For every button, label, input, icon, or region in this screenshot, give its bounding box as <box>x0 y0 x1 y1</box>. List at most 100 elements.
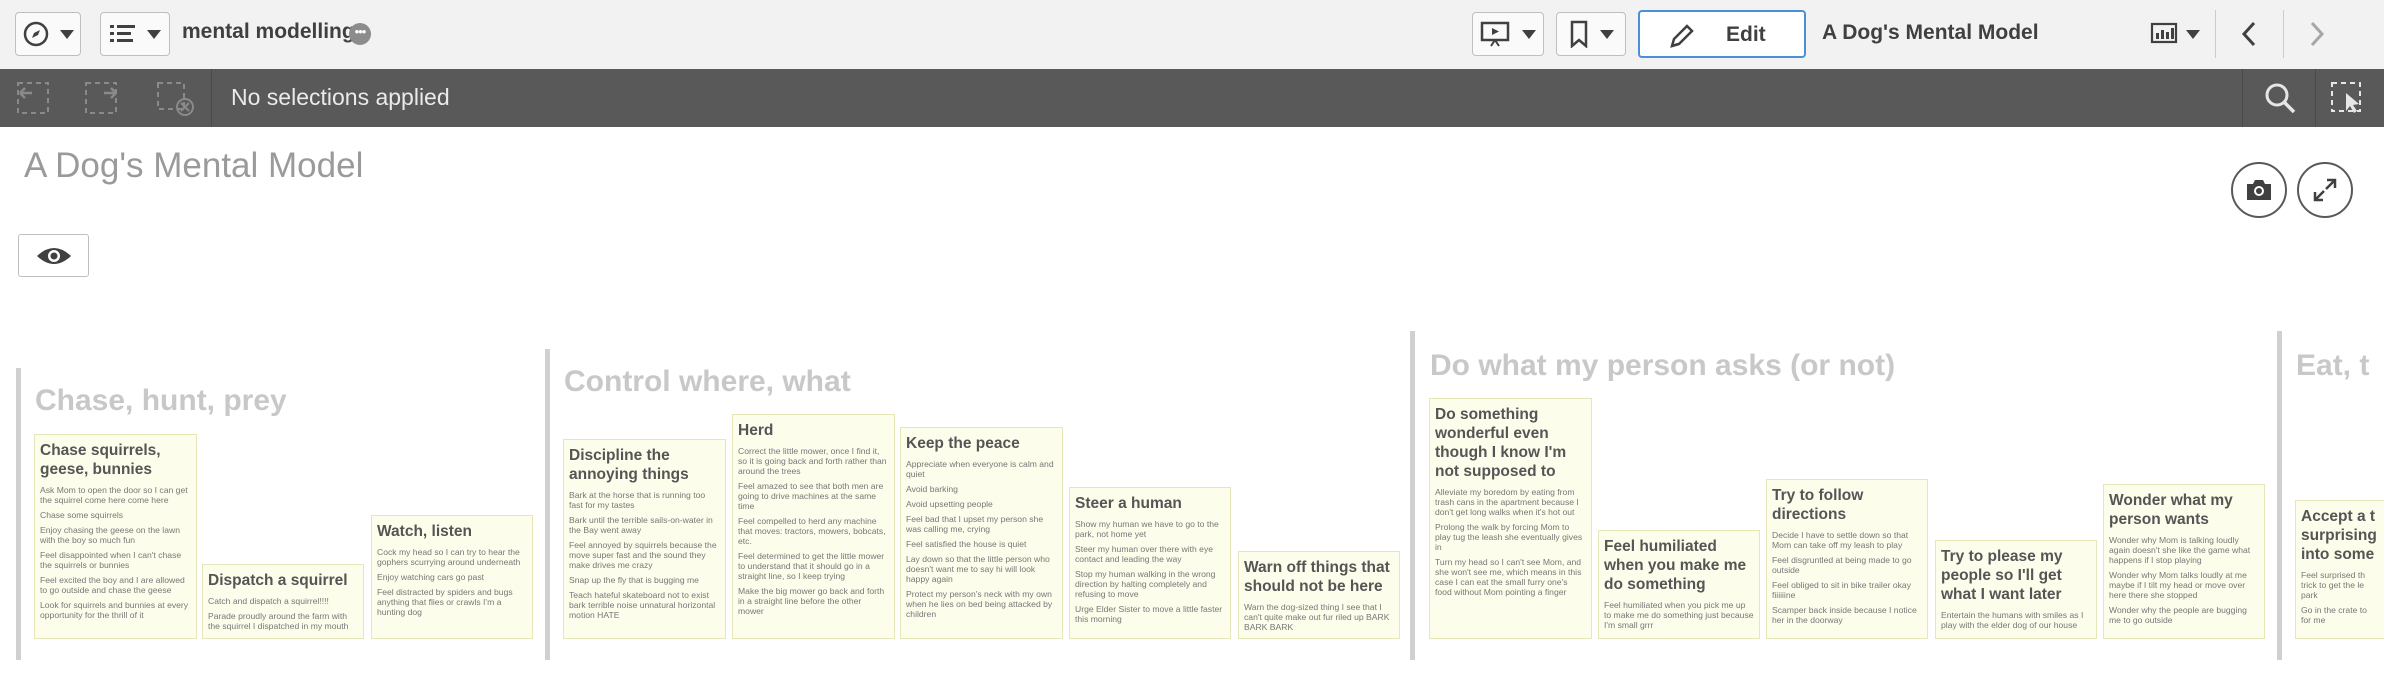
task-note: Avoid barking <box>906 484 958 494</box>
next-sheet-button[interactable] <box>2283 10 2350 58</box>
task-note: Decide I have to settle down so that Mom… <box>1772 530 1909 550</box>
present-button[interactable] <box>1472 12 1544 56</box>
task-note: Cock my head so I can try to hear the go… <box>377 547 521 567</box>
tower-title: Do something wonderful even though I kno… <box>1435 406 1567 480</box>
step-forward-icon[interactable] <box>82 79 124 117</box>
task-note: Feel amazed to see that both men are goi… <box>738 481 884 511</box>
chevron-down-icon <box>1522 29 1536 39</box>
task-note: Wonder why Mom talks loudly at me maybe … <box>2109 570 2247 600</box>
clear-selections-icon[interactable] <box>154 79 196 117</box>
page-title: A Dog's Mental Model <box>24 146 364 185</box>
task-note: Snap up the fly that is bugging me <box>569 575 699 585</box>
step-back-icon[interactable] <box>14 79 56 117</box>
task-note: Correct the little mower, once I find it… <box>738 446 887 476</box>
tower-card[interactable]: Watch, listen Cock my head so I can try … <box>371 515 533 639</box>
app-name: mental modelling <box>182 20 355 43</box>
pencil-icon <box>1670 24 1694 48</box>
eye-icon <box>36 247 71 264</box>
tower-title: Herd <box>738 422 774 439</box>
task-note: Ask Mom to open the door so I can get th… <box>40 485 188 505</box>
tower-card[interactable]: Try to follow directions Decide I have t… <box>1766 479 1928 639</box>
tower-card[interactable]: Warn off things that should not be here … <box>1238 551 1400 639</box>
tower-card[interactable]: Wonder what my person wants Wonder why M… <box>2103 484 2265 639</box>
tower-card[interactable]: Do something wonderful even though I kno… <box>1429 398 1592 639</box>
chevron-down-icon <box>60 29 74 39</box>
selections-status: No selections applied <box>231 84 450 110</box>
selection-tool-icon[interactable] <box>2328 79 2370 117</box>
tower-card[interactable]: Keep the peace Appreciate when everyone … <box>900 427 1063 639</box>
tower-title: Try to follow directions <box>1772 487 1864 523</box>
tower-title: Warn off things that should not be here <box>1244 559 1390 595</box>
task-note: Feel disappointed when I can't chase the… <box>40 550 182 570</box>
navigation-menu-button[interactable] <box>15 12 81 56</box>
task-note: Bark until the terrible sails-on-water i… <box>569 515 713 535</box>
tower-card[interactable]: Chase squirrels, geese, bunnies Ask Mom … <box>34 434 197 639</box>
chevron-right-icon <box>2310 21 2325 47</box>
tower-title: Wonder what my person wants <box>2109 492 2233 528</box>
selections-divider <box>2242 69 2243 127</box>
tower-card[interactable]: Feel humiliated when you make me do some… <box>1598 530 1760 639</box>
task-note: Scamper back inside because I notice her… <box>1772 605 1917 625</box>
tower-card[interactable]: Dispatch a squirrel Catch and dispatch a… <box>202 564 364 639</box>
list-icon <box>110 25 135 42</box>
tower-card[interactable]: Accept a t surprising into some Feel sur… <box>2295 500 2384 639</box>
task-note: Feel obliged to sit in bike trailer okay… <box>1772 580 1912 600</box>
task-note: Protect my person's neck with my own whe… <box>906 589 1053 619</box>
task-note: Show my human we have to go to the park,… <box>1075 519 1219 539</box>
tower-title: Accept a t surprising into some <box>2301 508 2377 563</box>
bookmark-icon <box>1570 20 1588 48</box>
tower-card[interactable]: Discipline the annoying things Bark at t… <box>563 439 726 639</box>
task-note: Wonder why the people are bugging me to … <box>2109 605 2247 625</box>
bookmarks-button[interactable] <box>1556 12 1626 56</box>
chevron-down-icon <box>147 29 161 39</box>
task-note: Feel distracted by spiders and bugs anyt… <box>377 587 513 617</box>
camera-icon <box>2247 180 2271 200</box>
group-divider <box>1410 331 1415 660</box>
task-note: Warn the dog-sized thing I see that I ca… <box>1244 602 1390 632</box>
tower-title: Try to please my people so I'll get what… <box>1941 548 2063 603</box>
task-note: Make the big mower go back and forth in … <box>738 586 885 616</box>
selections-bar: No selections applied <box>0 69 2384 127</box>
task-note: Look for squirrels and bunnies at every … <box>40 600 189 620</box>
edit-button[interactable]: Edit <box>1638 10 1806 58</box>
tower-title: Chase squirrels, geese, bunnies <box>40 442 161 478</box>
selections-divider <box>2315 69 2316 127</box>
sheet-title: A Dog's Mental Model <box>1822 21 2039 44</box>
compass-icon <box>23 21 49 47</box>
tower-card[interactable]: Herd Correct the little mower, once I fi… <box>732 414 895 639</box>
group-divider <box>2277 331 2282 660</box>
app-toolbar: mental modelling ••• Edit A Dog's Mental… <box>0 0 2384 70</box>
sheet-grid-icon <box>2150 22 2178 44</box>
task-note: Feel determined to get the little mower … <box>738 551 885 581</box>
group-divider <box>545 349 550 660</box>
task-note: Lay down so that the little person who d… <box>906 554 1050 584</box>
task-note: Urge Elder Sister to move a little faste… <box>1075 604 1223 624</box>
tower-card[interactable]: Steer a human Show my human we have to g… <box>1069 487 1231 639</box>
tower-title: Dispatch a squirrel <box>208 572 348 589</box>
previous-sheet-button[interactable] <box>2215 10 2282 58</box>
more-options-icon[interactable]: ••• <box>349 23 371 45</box>
task-note: Appreciate when everyone is calm and qui… <box>906 459 1054 479</box>
task-note: Steer my human over there with eye conta… <box>1075 544 1214 564</box>
fullscreen-button[interactable] <box>2297 162 2353 218</box>
task-note: Entertain the humans with smiles as I pl… <box>1941 610 2084 630</box>
task-note: Parade proudly around the farm with the … <box>208 611 349 631</box>
group-title: Chase, hunt, prey <box>35 384 287 417</box>
chevron-down-icon <box>2186 29 2200 39</box>
snapshot-button[interactable] <box>2231 162 2287 218</box>
task-note: Feel satisfied the house is quiet <box>906 539 1027 549</box>
task-note: Chase some squirrels <box>40 510 124 520</box>
sheet-list-button[interactable] <box>100 12 170 56</box>
visibility-toggle-button[interactable] <box>18 234 89 277</box>
tower-title: Keep the peace <box>906 435 1020 452</box>
group-divider <box>16 368 21 660</box>
task-note: Alleviate my boredom by eating from tras… <box>1435 487 1579 517</box>
group-title: Control where, what <box>564 365 851 398</box>
task-note: Teach hateful skateboard not to exist ba… <box>569 590 716 620</box>
task-note: Feel surprised th trick to get the le pa… <box>2301 570 2366 600</box>
task-note: Go in the crate to for me <box>2301 605 2367 625</box>
tower-card[interactable]: Try to please my people so I'll get what… <box>1935 540 2097 639</box>
presentation-icon <box>1480 21 1510 47</box>
sheet-selector-button[interactable] <box>2150 14 2210 54</box>
search-icon[interactable] <box>2259 79 2301 117</box>
